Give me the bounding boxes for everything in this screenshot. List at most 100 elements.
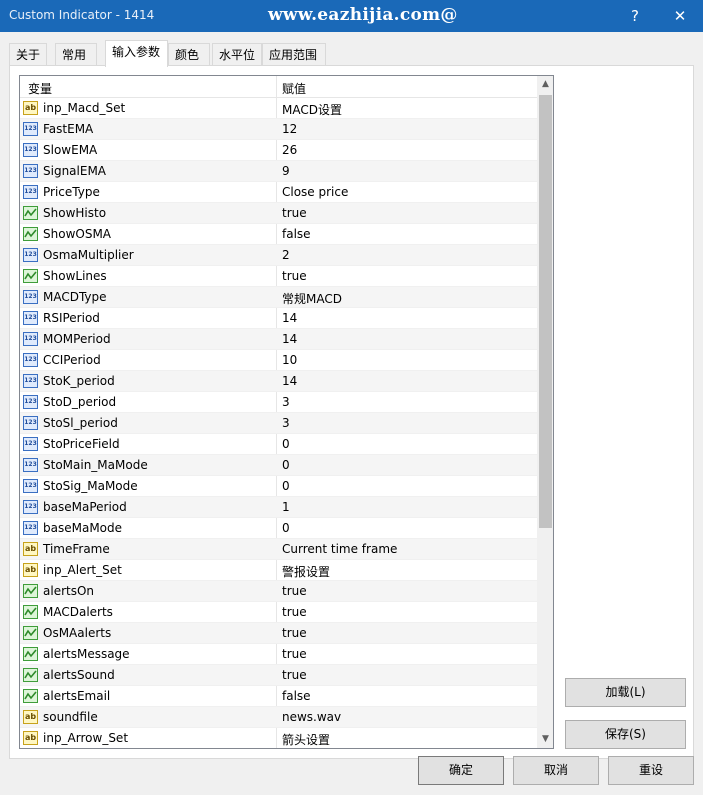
parameter-row[interactable]: OsMAalerts true [20, 623, 537, 644]
parameter-row[interactable]: 123 baseMaPeriod 1 [20, 497, 537, 518]
parameter-name: PriceType [43, 185, 100, 199]
parameter-row[interactable]: 123 StoSl_period 3 [20, 413, 537, 434]
parameter-row[interactable]: ShowHisto true [20, 203, 537, 224]
parameter-value[interactable]: 2 [282, 248, 290, 262]
parameter-row[interactable]: MACDalerts true [20, 602, 537, 623]
parameter-name: alertsEmail [43, 689, 111, 703]
parameter-row[interactable]: ab inp_Alert_Set 警报设置 [20, 560, 537, 581]
parameter-value[interactable]: 10 [282, 353, 297, 367]
parameter-row[interactable]: ab inp_Arrow_Set 箭头设置 [20, 728, 537, 748]
parameter-value[interactable]: 3 [282, 395, 290, 409]
parameter-value[interactable]: news.wav [282, 710, 341, 724]
vertical-scrollbar[interactable]: ▲ ▼ [537, 76, 553, 748]
parameter-row[interactable]: 123 SignalEMA 9 [20, 161, 537, 182]
parameter-row[interactable]: ShowLines true [20, 266, 537, 287]
parameter-name: MOMPeriod [43, 332, 111, 346]
parameter-value[interactable]: true [282, 206, 307, 220]
parameter-value[interactable]: 9 [282, 164, 290, 178]
tab-scope[interactable]: 应用范围 [262, 43, 326, 65]
parameter-value[interactable]: true [282, 269, 307, 283]
numeric-type-icon: 123 [23, 353, 38, 367]
parameter-value[interactable]: 14 [282, 311, 297, 325]
parameter-value[interactable]: false [282, 689, 311, 703]
parameter-row[interactable]: 123 SlowEMA 26 [20, 140, 537, 161]
parameter-value[interactable]: 0 [282, 479, 290, 493]
parameter-value[interactable]: MACD设置 [282, 101, 342, 118]
numeric-type-icon: 123 [23, 500, 38, 514]
parameter-value[interactable]: 0 [282, 437, 290, 451]
parameter-name: StoSig_MaMode [43, 479, 138, 493]
ok-button[interactable]: 确定 [418, 756, 504, 785]
parameter-row[interactable]: 123 StoPriceField 0 [20, 434, 537, 455]
help-button[interactable]: ? [615, 0, 655, 32]
parameter-row[interactable]: alertsOn true [20, 581, 537, 602]
cancel-button[interactable]: 取消 [513, 756, 599, 785]
reset-button[interactable]: 重设 [608, 756, 694, 785]
tab-common[interactable]: 常用 [55, 43, 97, 65]
parameter-value[interactable]: 0 [282, 521, 290, 535]
parameter-row[interactable]: 123 MOMPeriod 14 [20, 329, 537, 350]
boolean-type-icon [23, 626, 38, 640]
parameter-name: MACDalerts [43, 605, 113, 619]
numeric-type-icon: 123 [23, 311, 38, 325]
scroll-thumb[interactable] [539, 95, 552, 528]
parameter-row[interactable]: ShowOSMA false [20, 224, 537, 245]
parameter-value[interactable]: true [282, 584, 307, 598]
close-button[interactable]: ✕ [660, 0, 700, 32]
scroll-down-arrow-icon[interactable]: ▼ [537, 731, 553, 748]
numeric-type-icon: 123 [23, 479, 38, 493]
numeric-type-icon: 123 [23, 290, 38, 304]
parameter-value[interactable]: 14 [282, 374, 297, 388]
parameter-value[interactable]: 1 [282, 500, 290, 514]
tab-colors[interactable]: 颜色 [168, 43, 210, 65]
string-type-icon: ab [23, 542, 38, 556]
parameter-row[interactable]: 123 MACDType 常规MACD [20, 287, 537, 308]
parameter-value[interactable]: Current time frame [282, 542, 397, 556]
parameter-value[interactable]: true [282, 605, 307, 619]
parameter-row[interactable]: ab soundfile news.wav [20, 707, 537, 728]
parameter-value[interactable]: 3 [282, 416, 290, 430]
parameter-value[interactable]: 26 [282, 143, 297, 157]
parameter-value[interactable]: 警报设置 [282, 563, 330, 580]
load-button[interactable]: 加载(L) [565, 678, 686, 707]
column-header-variable[interactable]: 变量 [28, 80, 52, 97]
column-header-value[interactable]: 赋值 [282, 80, 306, 97]
parameter-row[interactable]: 123 RSIPeriod 14 [20, 308, 537, 329]
parameter-value[interactable]: 常规MACD [282, 290, 342, 307]
parameter-value[interactable]: 0 [282, 458, 290, 472]
parameter-row[interactable]: 123 FastEMA 12 [20, 119, 537, 140]
parameter-row[interactable]: ab inp_Macd_Set MACD设置 [20, 98, 537, 119]
parameter-row[interactable]: 123 CCIPeriod 10 [20, 350, 537, 371]
parameter-row[interactable]: 123 StoD_period 3 [20, 392, 537, 413]
parameter-value[interactable]: 12 [282, 122, 297, 136]
numeric-type-icon: 123 [23, 185, 38, 199]
parameter-row[interactable]: ab TimeFrame Current time frame [20, 539, 537, 560]
parameter-value[interactable]: true [282, 626, 307, 640]
parameter-value[interactable]: false [282, 227, 311, 241]
parameter-row[interactable]: 123 PriceType Close price [20, 182, 537, 203]
parameter-name: RSIPeriod [43, 311, 100, 325]
tab-inputs[interactable]: 输入参数 [105, 40, 168, 67]
tab-about[interactable]: 关于 [9, 43, 47, 65]
parameter-row[interactable]: 123 StoSig_MaMode 0 [20, 476, 537, 497]
parameter-row[interactable]: 123 OsmaMultiplier 2 [20, 245, 537, 266]
parameter-row[interactable]: 123 baseMaMode 0 [20, 518, 537, 539]
parameter-row[interactable]: alertsMessage true [20, 644, 537, 665]
parameter-row[interactable]: alertsEmail false [20, 686, 537, 707]
parameter-name: inp_Macd_Set [43, 101, 126, 115]
parameter-value[interactable]: true [282, 647, 307, 661]
parameter-value[interactable]: 14 [282, 332, 297, 346]
parameter-row[interactable]: 123 StoMain_MaMode 0 [20, 455, 537, 476]
parameter-value[interactable]: Close price [282, 185, 348, 199]
numeric-type-icon: 123 [23, 395, 38, 409]
watermark-brand: www.eazhijia.com@ [268, 5, 458, 25]
tab-strip: 关于 常用 输入参数 颜色 水平位 应用范围 [9, 40, 694, 67]
scroll-up-arrow-icon[interactable]: ▲ [537, 76, 553, 93]
parameter-value[interactable]: 箭头设置 [282, 731, 330, 748]
parameter-value[interactable]: true [282, 668, 307, 682]
parameter-row[interactable]: alertsSound true [20, 665, 537, 686]
parameters-grid: 变量 赋值 ab inp_Macd_Set MACD设置 123 FastEMA 12 12… [19, 75, 554, 749]
parameter-row[interactable]: 123 StoK_period 14 [20, 371, 537, 392]
save-button[interactable]: 保存(S) [565, 720, 686, 749]
tab-levels[interactable]: 水平位 [212, 43, 262, 65]
